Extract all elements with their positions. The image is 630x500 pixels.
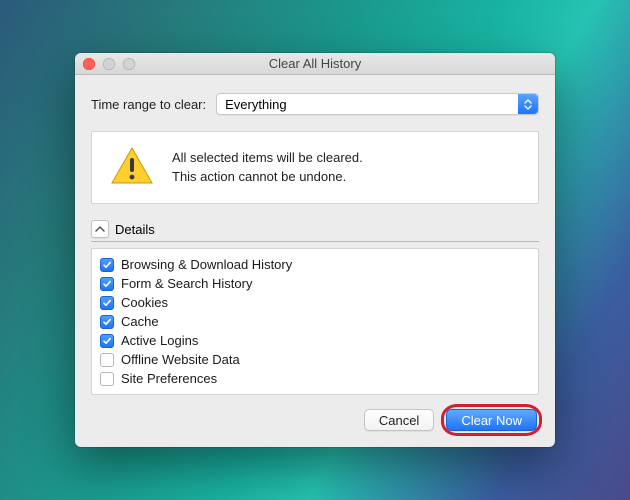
window-title: Clear All History xyxy=(75,56,555,71)
titlebar: Clear All History xyxy=(75,53,555,75)
checklist-item[interactable]: Site Preferences xyxy=(100,369,530,388)
checklist-item[interactable]: Cookies xyxy=(100,293,530,312)
checklist-item-label: Form & Search History xyxy=(121,276,252,291)
checklist-item-label: Active Logins xyxy=(121,333,198,348)
warning-line-2: This action cannot be undone. xyxy=(172,168,363,186)
checkbox[interactable] xyxy=(100,277,114,291)
details-label: Details xyxy=(115,222,155,237)
checkbox[interactable] xyxy=(100,334,114,348)
check-icon xyxy=(102,317,112,327)
checklist-item-label: Cookies xyxy=(121,295,168,310)
time-range-label: Time range to clear: xyxy=(91,97,206,112)
checkbox[interactable] xyxy=(100,258,114,272)
checklist-item[interactable]: Active Logins xyxy=(100,331,530,350)
clear-now-button[interactable]: Clear Now xyxy=(446,409,537,431)
select-arrows-icon xyxy=(518,94,538,114)
checklist-item[interactable]: Form & Search History xyxy=(100,274,530,293)
checkbox[interactable] xyxy=(100,315,114,329)
warning-icon xyxy=(110,146,154,189)
chevron-up-icon xyxy=(95,225,105,233)
details-header[interactable]: Details xyxy=(91,220,539,242)
checklist-item-label: Offline Website Data xyxy=(121,352,240,367)
details-checklist: Browsing & Download History Form & Search… xyxy=(91,248,539,395)
highlight-annotation: Clear Now xyxy=(444,407,539,433)
check-icon xyxy=(102,298,112,308)
checklist-item-label: Site Preferences xyxy=(121,371,217,386)
warning-text: All selected items will be cleared. This… xyxy=(172,149,363,185)
checklist-item[interactable]: Cache xyxy=(100,312,530,331)
checklist-item[interactable]: Browsing & Download History xyxy=(100,255,530,274)
checkbox[interactable] xyxy=(100,296,114,310)
warning-box: All selected items will be cleared. This… xyxy=(91,131,539,204)
time-range-row: Time range to clear: Everything xyxy=(91,93,539,115)
checkbox[interactable] xyxy=(100,353,114,367)
time-range-select[interactable]: Everything xyxy=(216,93,539,115)
time-range-value: Everything xyxy=(225,97,286,112)
dialog-footer: Cancel Clear Now xyxy=(91,407,539,433)
checklist-item-label: Browsing & Download History xyxy=(121,257,292,272)
checkbox[interactable] xyxy=(100,372,114,386)
checklist-item-label: Cache xyxy=(121,314,159,329)
check-icon xyxy=(102,279,112,289)
details-toggle[interactable] xyxy=(91,220,109,238)
check-icon xyxy=(102,336,112,346)
checklist-item[interactable]: Offline Website Data xyxy=(100,350,530,369)
cancel-button[interactable]: Cancel xyxy=(364,409,434,431)
dialog-content: Time range to clear: Everything All sele… xyxy=(75,75,555,447)
dialog-window: Clear All History Time range to clear: E… xyxy=(75,53,555,447)
check-icon xyxy=(102,260,112,270)
warning-line-1: All selected items will be cleared. xyxy=(172,149,363,167)
